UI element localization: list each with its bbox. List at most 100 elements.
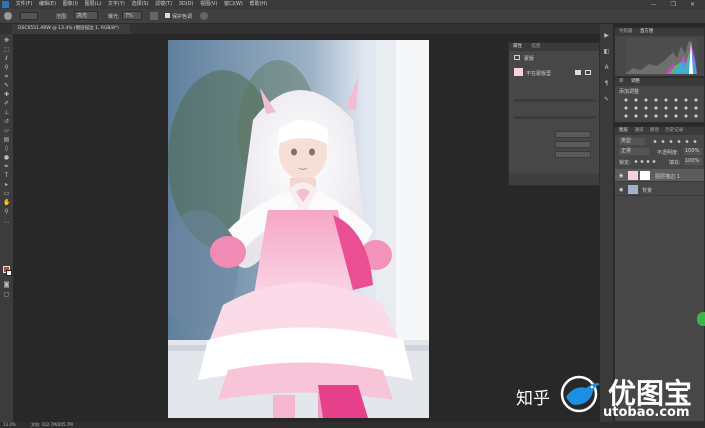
opacity-input[interactable]: 100% [684, 148, 702, 155]
marquee-tool-icon[interactable]: ⬚ [3, 47, 10, 53]
layer-row[interactable]: ◉ 图层描边 1 [615, 169, 704, 182]
menu-window[interactable]: 窗口(W) [224, 0, 243, 9]
menu-view[interactable]: 视图(V) [200, 0, 217, 9]
panel-icon-strip: ▶ ◧ A ¶ ✎ [600, 24, 613, 422]
tab-navigator[interactable]: 导航器 [619, 29, 633, 34]
status-zoom[interactable]: 13.4% [3, 422, 16, 427]
history-icon[interactable]: ◧ [603, 48, 610, 55]
layer-kind-filter[interactable]: 类型 [619, 138, 645, 145]
protect-tones-checkbox[interactable] [165, 13, 170, 18]
pressure-icon[interactable] [200, 12, 208, 20]
tools-panel: ✥ ⬚ ℓ ⚲ ⌗ ✎ ✚ ✐ ⊥ ↺ ▱ ▤ ◊ ● ✒ T ▸ ▭ ✋ ⚲ … [0, 34, 13, 422]
menu-bar: 文件(F) 编辑(E) 图像(I) 图层(L) 文字(Y) 选择(S) 滤镜(T… [0, 0, 705, 9]
character-icon[interactable]: A [603, 64, 610, 71]
menu-filter[interactable]: 滤镜(T) [155, 0, 172, 9]
menu-file[interactable]: 文件(F) [16, 0, 33, 9]
gradient-tool-icon[interactable]: ▤ [3, 137, 10, 143]
move-tool-icon[interactable]: ✥ [3, 38, 10, 44]
range-select[interactable]: 高光 [74, 11, 98, 20]
status-bar: 13.4% 文档: 102.7M/205.7M [0, 422, 705, 428]
more-tools-icon[interactable]: ⋯ [3, 220, 10, 226]
tab-paths[interactable]: 路径 [650, 128, 659, 133]
status-doc-size: 文档: 102.7M/205.7M [31, 422, 73, 427]
photoshop-logo-icon [2, 1, 9, 8]
cosplay-photo[interactable] [168, 40, 429, 418]
tab-properties[interactable]: 属性 [513, 44, 522, 49]
tab-info[interactable]: 信息 [531, 44, 540, 49]
window-controls[interactable]: — ❐ ✕ [651, 0, 701, 9]
feather-slider[interactable] [514, 116, 596, 119]
crop-tool-icon[interactable]: ⌗ [3, 74, 10, 80]
adjustments-panel: 库 调整 添加调整 [614, 77, 705, 123]
color-range-button[interactable] [555, 141, 591, 148]
tab-adjustments[interactable]: 调整 [631, 79, 640, 84]
menu-edit[interactable]: 编辑(E) [39, 0, 56, 9]
watermark-bird-logo [560, 375, 602, 413]
quick-mask-icon[interactable]: ◙ [3, 282, 10, 288]
properties-footer [509, 173, 599, 185]
brush-tool-icon[interactable]: ✐ [3, 101, 10, 107]
healing-tool-icon[interactable]: ✚ [3, 92, 10, 98]
layer-filter-icons[interactable] [651, 139, 701, 144]
tab-libraries[interactable]: 库 [619, 79, 624, 84]
menu-layer[interactable]: 图层(L) [85, 0, 102, 9]
pixel-mask-icon[interactable] [575, 70, 581, 75]
adjustment-icons-grid[interactable] [621, 96, 701, 120]
layers-panel-header: 图层 通道 路径 历史记录 [615, 127, 704, 135]
background-color-swatch[interactable] [6, 270, 12, 276]
lock-icons[interactable] [633, 159, 657, 164]
play-icon[interactable]: ▶ [603, 32, 610, 39]
exposure-label: 曝光: [108, 14, 120, 20]
visibility-eye-icon[interactable]: ◉ [619, 173, 623, 179]
exposure-input[interactable]: 7% [122, 11, 142, 20]
vector-mask-icon[interactable] [585, 70, 591, 75]
watermark-zhihu: 知乎 [516, 389, 550, 409]
history-brush-tool-icon[interactable]: ↺ [3, 119, 10, 125]
screen-mode-icon[interactable]: ▢ [3, 292, 10, 298]
layer-name: 图层描边 1 [655, 174, 680, 180]
density-slider[interactable] [514, 99, 596, 102]
zoom-tool-icon[interactable]: ⚲ [3, 209, 10, 215]
side-expand-button[interactable] [697, 312, 705, 326]
visibility-eye-icon[interactable]: ◉ [619, 187, 623, 193]
invert-button[interactable] [555, 151, 591, 158]
blend-mode-select[interactable]: 正常 [619, 148, 649, 155]
tab-layers[interactable]: 图层 [619, 128, 628, 133]
type-tool-icon[interactable]: T [3, 173, 10, 179]
menu-type[interactable]: 文字(Y) [108, 0, 125, 9]
menu-select[interactable]: 选择(S) [131, 0, 148, 9]
quick-select-tool-icon[interactable]: ⚲ [3, 65, 10, 71]
eyedropper-tool-icon[interactable]: ✎ [3, 83, 10, 89]
layer-thumbnail [628, 171, 638, 180]
airbrush-icon[interactable] [150, 12, 158, 20]
histogram-graph [625, 38, 697, 74]
tab-histogram[interactable]: 直方图 [640, 29, 654, 34]
layer-thumbnail [628, 185, 638, 194]
blur-tool-icon[interactable]: ◊ [3, 146, 10, 152]
document-tab[interactable]: DSC6551.ARW @ 13.4% (图层描边 1, RGB/8*) [12, 24, 130, 34]
adjustments-title: 添加调整 [619, 89, 640, 95]
lasso-tool-icon[interactable]: ℓ [3, 56, 10, 62]
pen-tool-icon[interactable]: ✒ [3, 164, 10, 170]
eraser-tool-icon[interactable]: ▱ [3, 128, 10, 134]
tab-channels[interactable]: 通道 [634, 128, 643, 133]
stamp-tool-icon[interactable]: ⊥ [3, 110, 10, 116]
shape-tool-icon[interactable]: ▭ [3, 191, 10, 197]
menu-3d[interactable]: 3D(D) [179, 0, 194, 9]
menu-help[interactable]: 帮助(H) [249, 0, 267, 9]
path-select-tool-icon[interactable]: ▸ [3, 182, 10, 188]
mask-status-label: 不在蒙版里 [526, 71, 552, 77]
tab-history[interactable]: 历史记录 [665, 128, 683, 133]
menu-image[interactable]: 图像(I) [63, 0, 78, 9]
cosplay-photo-image [168, 40, 429, 418]
brush-preset-icon[interactable]: ✎ [603, 96, 610, 103]
select-and-mask-button[interactable] [555, 131, 591, 138]
layer-mask-thumbnail[interactable] [514, 68, 523, 76]
fill-input[interactable]: 100% [684, 158, 702, 165]
layer-row[interactable]: ◉ 背景 [615, 183, 704, 196]
dodge-tool-icon[interactable] [4, 12, 12, 20]
hand-tool-icon[interactable]: ✋ [3, 200, 10, 206]
dodge-tool-icon[interactable]: ● [3, 155, 10, 161]
brush-size-dropdown[interactable] [20, 12, 38, 20]
paragraph-icon[interactable]: ¶ [603, 80, 610, 87]
